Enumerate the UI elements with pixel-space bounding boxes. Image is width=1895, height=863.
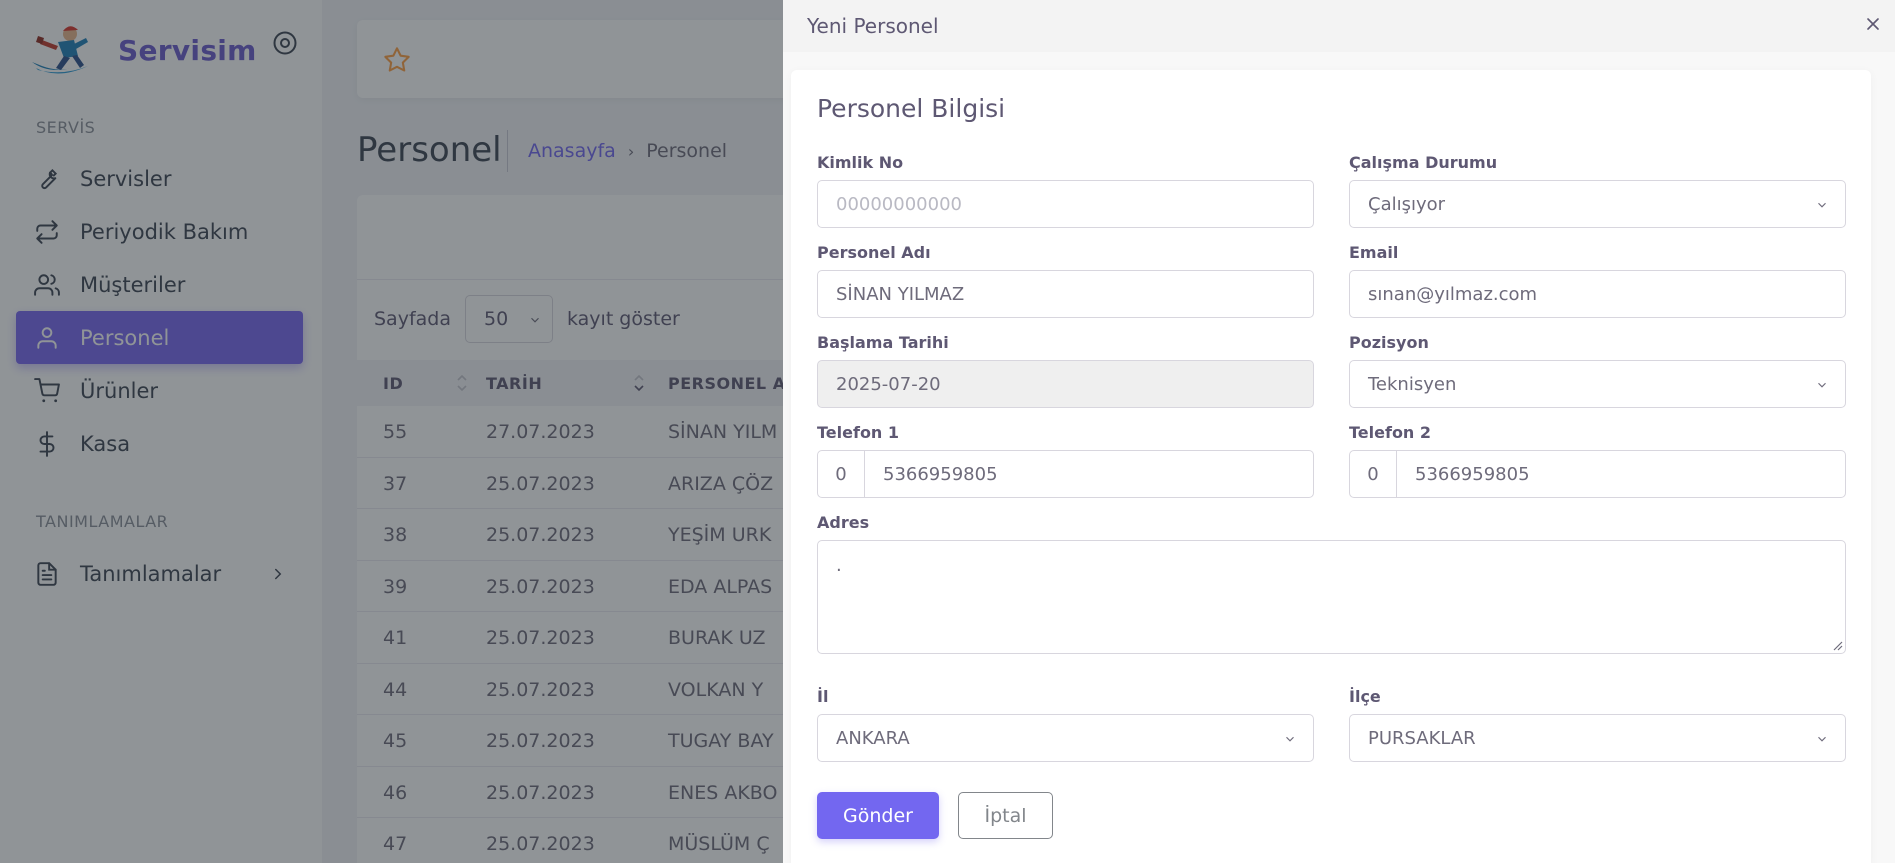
- il-value: ANKARA: [836, 727, 910, 749]
- baslama-tarihi-label: Başlama Tarihi: [817, 333, 949, 352]
- baslama-tarihi-input[interactable]: 2025-07-20: [817, 360, 1314, 408]
- pozisyon-label: Pozisyon: [1349, 333, 1429, 352]
- telefon-1-value: 5366959805: [883, 463, 998, 485]
- field-email: Email sınan@yılmaz.com: [1349, 243, 1846, 318]
- panel-header: Yeni Personel: [783, 0, 1895, 52]
- personel-adi-label: Personel Adı: [817, 243, 931, 262]
- field-calisma-durumu: Çalışma Durumu Çalışıyor: [1349, 153, 1846, 228]
- pozisyon-value: Teknisyen: [1368, 373, 1457, 395]
- field-telefon-2: Telefon 2 0 5366959805: [1349, 423, 1846, 498]
- form-heading: Personel Bilgisi: [817, 94, 1006, 123]
- il-select[interactable]: ANKARA: [817, 714, 1314, 762]
- field-telefon-1: Telefon 1 0 5366959805: [817, 423, 1314, 498]
- adres-label: Adres: [817, 513, 870, 532]
- calisma-durumu-value: Çalışıyor: [1368, 193, 1446, 215]
- pozisyon-select[interactable]: Teknisyen: [1349, 360, 1846, 408]
- resize-grip-icon[interactable]: [1833, 641, 1843, 651]
- telefon-2-prefix: 0: [1349, 450, 1397, 498]
- ilce-label: İlçe: [1349, 687, 1381, 706]
- submit-button[interactable]: Gönder: [817, 792, 939, 839]
- chevron-down-icon: [1286, 736, 1294, 742]
- telefon-2-label: Telefon 2: [1349, 423, 1432, 442]
- field-ilce: İlçe PURSAKLAR: [1349, 687, 1846, 762]
- chevron-down-icon: [1818, 382, 1826, 388]
- field-personel-adi: Personel Adı SİNAN YILMAZ: [817, 243, 1314, 318]
- calisma-durumu-label: Çalışma Durumu: [1349, 153, 1498, 172]
- telefon-2-group: 0 5366959805: [1349, 450, 1846, 498]
- kimlik-no-label: Kimlik No: [817, 153, 904, 172]
- adres-value: .: [836, 555, 842, 576]
- il-label: İl: [817, 687, 829, 706]
- email-value: sınan@yılmaz.com: [1368, 283, 1538, 305]
- personel-adi-value: SİNAN YILMAZ: [836, 283, 965, 305]
- telefon-1-input[interactable]: 5366959805: [865, 450, 1314, 498]
- field-il: İl ANKARA: [817, 687, 1314, 762]
- chevron-down-icon: [1818, 202, 1826, 208]
- field-kimlik-no: Kimlik No: [817, 153, 1314, 228]
- field-baslama-tarihi: Başlama Tarihi 2025-07-20: [817, 333, 1314, 408]
- ilce-select[interactable]: PURSAKLAR: [1349, 714, 1846, 762]
- telefon-1-prefix: 0: [817, 450, 865, 498]
- personel-adi-input[interactable]: SİNAN YILMAZ: [817, 270, 1314, 318]
- panel-title: Yeni Personel: [807, 14, 939, 38]
- field-pozisyon: Pozisyon Teknisyen: [1349, 333, 1846, 408]
- personnel-form: Personel Bilgisi Kimlik No Çalışma Durum…: [791, 70, 1871, 863]
- calisma-durumu-select[interactable]: Çalışıyor: [1349, 180, 1846, 228]
- telefon-2-input[interactable]: 5366959805: [1397, 450, 1846, 498]
- new-personnel-panel: Yeni Personel Personel Bilgisi Kimlik No…: [783, 0, 1895, 863]
- cancel-button[interactable]: İptal: [958, 792, 1053, 839]
- field-adres: Adres .: [817, 513, 1846, 654]
- ilce-value: PURSAKLAR: [1368, 727, 1476, 749]
- telefon-1-group: 0 5366959805: [817, 450, 1314, 498]
- telefon-1-label: Telefon 1: [817, 423, 900, 442]
- kimlik-no-input[interactable]: [817, 180, 1314, 228]
- email-label: Email: [1349, 243, 1399, 262]
- baslama-tarihi-value: 2025-07-20: [836, 373, 941, 395]
- email-input[interactable]: sınan@yılmaz.com: [1349, 270, 1846, 318]
- adres-textarea[interactable]: .: [817, 540, 1846, 654]
- close-icon[interactable]: [1863, 14, 1883, 34]
- chevron-down-icon: [1818, 736, 1826, 742]
- telefon-2-value: 5366959805: [1415, 463, 1530, 485]
